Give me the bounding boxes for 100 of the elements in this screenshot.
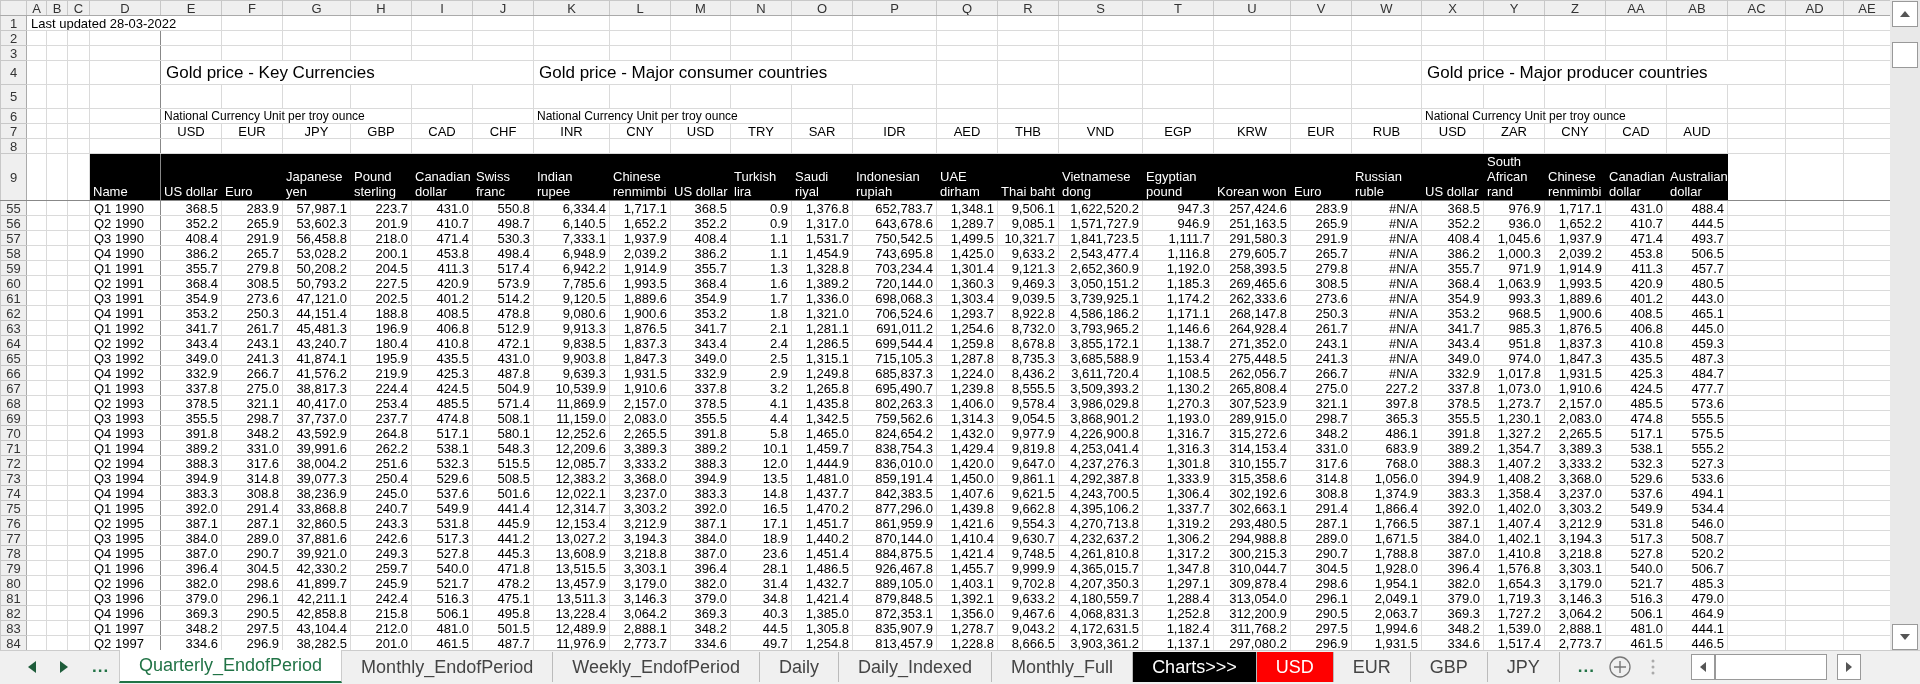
table-cell: 343.4 <box>160 335 222 351</box>
column-letter[interactable]: J <box>472 0 534 16</box>
table-cell: 494.1 <box>1666 485 1728 501</box>
column-letter[interactable]: W <box>1351 0 1422 16</box>
table-cell: 2.9 <box>730 365 792 381</box>
column-letter[interactable]: T <box>1142 0 1214 16</box>
sheet-tab[interactable]: Charts>>> <box>1133 652 1257 682</box>
right-arrow-icon[interactable] <box>60 661 68 673</box>
column-letter[interactable]: X <box>1421 0 1484 16</box>
table-cell: 4,270,713.8 <box>1058 515 1143 531</box>
column-letter[interactable]: AC <box>1727 0 1786 16</box>
table-cell: 298.6 <box>1290 575 1352 591</box>
table-cell: 699,544.4 <box>852 335 937 351</box>
column-letter[interactable]: K <box>533 0 610 16</box>
column-letter[interactable]: V <box>1290 0 1352 16</box>
sheet-tab[interactable]: EUR <box>1333 652 1411 682</box>
sheet-tab[interactable]: GBP <box>1410 652 1488 682</box>
column-letter[interactable]: G <box>282 0 351 16</box>
table-cell: 2,888.1 <box>609 620 671 636</box>
table-cell: 3,303.1 <box>1544 560 1606 576</box>
column-letter[interactable]: C <box>67 0 90 16</box>
header-cell: US dollar <box>1421 153 1484 201</box>
column-letter[interactable]: S <box>1058 0 1143 16</box>
table-cell: 532.3 <box>411 455 473 471</box>
table-cell: 314.8 <box>1290 470 1352 486</box>
column-letter[interactable]: F <box>221 0 283 16</box>
table-cell: 1,297.1 <box>1142 575 1214 591</box>
sheet-tab[interactable]: Daily <box>760 652 839 682</box>
column-letter[interactable]: H <box>350 0 412 16</box>
table-cell: 245.9 <box>350 575 412 591</box>
column-letter[interactable]: AE <box>1843 0 1890 16</box>
table-cell: 1,539.0 <box>1483 620 1545 636</box>
table-cell: 387.0 <box>670 545 731 561</box>
row-number[interactable]: 5 <box>0 84 27 109</box>
column-letter[interactable]: R <box>997 0 1059 16</box>
sheet-tab[interactable]: Weekly_EndofPeriod <box>553 652 760 682</box>
table-cell: 411.3 <box>1605 260 1667 276</box>
column-letter[interactable]: AB <box>1666 0 1728 16</box>
column-letter[interactable]: Y <box>1483 0 1545 16</box>
dots-icon[interactable] <box>1650 658 1655 676</box>
column-letter[interactable]: Q <box>936 0 998 16</box>
table-cell: 1,389.2 <box>791 275 853 291</box>
column-letter[interactable]: AD <box>1785 0 1844 16</box>
table-cell: 37,737.0 <box>282 410 351 426</box>
table-cell: 45,481.3 <box>282 320 351 336</box>
column-letter[interactable]: U <box>1213 0 1291 16</box>
table-cell: 2,543,477.4 <box>1058 245 1143 261</box>
vertical-scrollbar[interactable] <box>1890 0 1920 650</box>
scrollbar-thumb[interactable] <box>1714 654 1827 680</box>
table-cell: Q3 1990 <box>89 230 161 246</box>
more-sheets-button[interactable]: ... <box>92 657 110 677</box>
table-cell: 243.1 <box>221 335 283 351</box>
table-cell: 3,212.9 <box>1544 515 1606 531</box>
scrollbar-thumb[interactable] <box>1892 42 1918 68</box>
sheet-tab[interactable]: Daily_Indexed <box>839 652 993 682</box>
column-letter[interactable]: I <box>411 0 473 16</box>
column-letter[interactable]: O <box>791 0 853 16</box>
table-cell: 474.8 <box>1605 410 1667 426</box>
table-cell: 279,605.7 <box>1213 245 1291 261</box>
table-cell: 353.2 <box>1421 305 1484 321</box>
add-sheet-icon[interactable] <box>1608 656 1631 678</box>
currency-code: EUR <box>1290 123 1352 139</box>
column-letter[interactable]: AA <box>1605 0 1667 16</box>
table-cell: 445.3 <box>472 545 534 561</box>
currency-code: RUB <box>1351 123 1422 139</box>
column-letter[interactable]: D <box>89 0 161 16</box>
table-cell: 1,914.9 <box>1544 260 1606 276</box>
row-number[interactable]: 9 <box>0 153 27 201</box>
sheet-tab[interactable]: USD <box>1256 652 1334 682</box>
table-cell: 475.1 <box>472 590 534 606</box>
table-cell: 389.2 <box>670 440 731 456</box>
left-arrow-icon[interactable] <box>28 661 36 673</box>
currency-code: THB <box>997 123 1059 139</box>
table-cell: 262,056.7 <box>1213 365 1291 381</box>
table-cell: 683.9 <box>1351 440 1422 456</box>
table-cell: 464.9 <box>1666 605 1728 621</box>
table-cell: 685,837.3 <box>852 365 937 381</box>
sheet-tab[interactable]: Monthly_EndofPeriod <box>342 652 554 682</box>
column-letter[interactable]: E <box>160 0 222 16</box>
row-number[interactable]: 4 <box>0 60 27 85</box>
column-letter[interactable]: L <box>609 0 671 16</box>
table-cell: 331.0 <box>1290 440 1352 456</box>
table-cell: 515.5 <box>472 455 534 471</box>
table-cell: 1,470.2 <box>791 500 853 516</box>
table-cell: 290.7 <box>1290 545 1352 561</box>
more-sheets-button[interactable]: ... <box>1577 657 1595 677</box>
column-letter[interactable]: M <box>670 0 731 16</box>
column-letter[interactable]: Z <box>1544 0 1606 16</box>
table-cell: #N/A <box>1351 215 1422 231</box>
horizontal-scrollbar[interactable] <box>1690 654 1861 680</box>
header-cell: Swiss franc <box>472 153 534 201</box>
table-cell: 266.7 <box>1290 365 1352 381</box>
sheet-tab[interactable]: JPY <box>1487 652 1560 682</box>
column-letter[interactable]: P <box>852 0 937 16</box>
table-cell: 394.9 <box>1421 470 1484 486</box>
header-cell: Saudi riyal <box>791 153 853 201</box>
table-cell: 1,287.8 <box>936 350 998 366</box>
sheet-tab[interactable]: Quarterly_EndofPeriod <box>119 650 343 683</box>
column-letter[interactable]: N <box>730 0 792 16</box>
column-letter[interactable]: B <box>46 0 68 16</box>
